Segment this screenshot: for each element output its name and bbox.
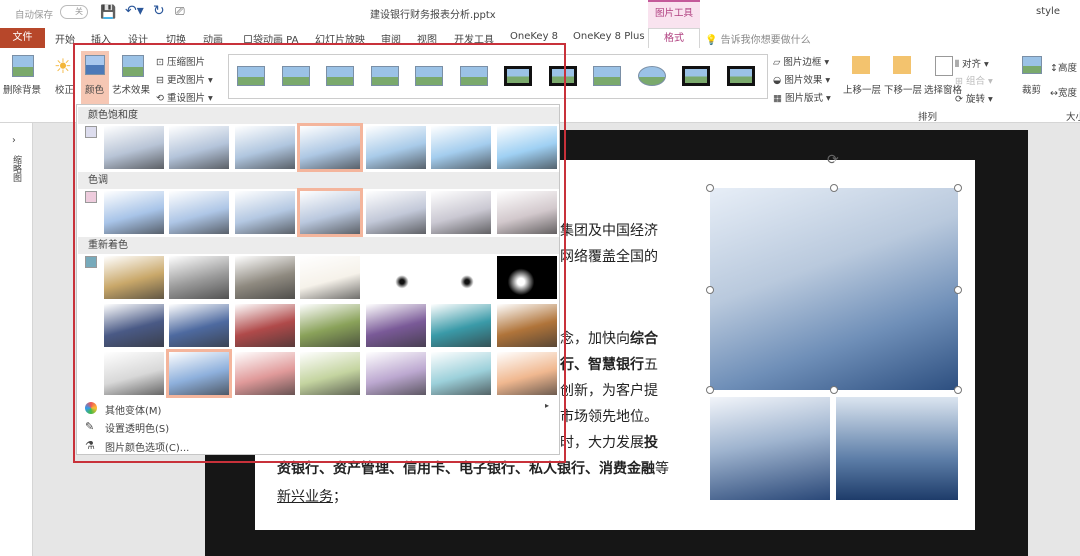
text-run: 投	[644, 435, 658, 451]
picture-tools-label: 图片工具	[648, 0, 700, 28]
autosave-label: 自动保存	[15, 10, 54, 21]
layout-label: 图片版式	[785, 93, 824, 104]
width-field[interactable]: ↔宽度	[1050, 85, 1077, 99]
window-title: 建设银行财务报表分析.pptx	[370, 10, 496, 21]
tab-onekey8plus[interactable]: OneKey 8 Plus	[573, 31, 645, 42]
present-icon[interactable]: ⎚	[175, 4, 185, 19]
align-button[interactable]: ⫴ 对齐 ▾	[955, 56, 989, 70]
expand-pane-chevron-icon[interactable]: ›	[12, 135, 16, 146]
thumbnail-pane: › 缩略图	[0, 123, 33, 556]
undo-icon[interactable]: ↶▾	[125, 3, 144, 19]
autosave-toggle[interactable]: 关	[60, 5, 88, 19]
picture-style-10[interactable]	[637, 66, 666, 86]
group-label: 组合	[965, 76, 985, 87]
text-run: 综合	[630, 331, 658, 347]
rotate-handle-icon[interactable]: ⟳	[827, 152, 839, 168]
group-button[interactable]: ⊞ 组合 ▾	[955, 73, 993, 87]
effects-label: 图片效果	[784, 75, 823, 86]
crop-button[interactable]: 裁剪	[1022, 82, 1041, 96]
resize-handle[interactable]	[954, 386, 962, 394]
resize-handle[interactable]	[706, 286, 714, 294]
selected-picture[interactable]	[710, 188, 958, 390]
height-label: 高度	[1057, 63, 1077, 74]
text-run: 资银行、资产管理、信用卡、电子银行、私人银行、消费金融	[277, 461, 655, 477]
resize-handle[interactable]	[706, 184, 714, 192]
send-backward-button[interactable]: 下移一层	[884, 82, 922, 96]
picture-layout-button[interactable]: ▦ 图片版式 ▾	[773, 90, 831, 104]
resize-handle[interactable]	[954, 286, 962, 294]
picture-effects-button[interactable]: ◒ 图片效果 ▾	[773, 72, 830, 86]
highlight-box	[73, 43, 566, 463]
text-run: ；	[333, 489, 347, 505]
text-run: 新兴业务	[277, 489, 333, 505]
slide-text-line: 新兴业务；	[277, 486, 347, 506]
send-backward-icon	[893, 56, 911, 74]
user-name[interactable]: style	[1036, 6, 1060, 17]
resize-handle[interactable]	[706, 386, 714, 394]
arrange-group-label: 排列	[918, 112, 938, 123]
tell-me-search[interactable]: 💡 告诉我你想要做什么	[705, 31, 811, 46]
picture-style-11[interactable]	[682, 66, 710, 86]
height-field[interactable]: ↕高度	[1050, 60, 1077, 74]
tell-me-text: 告诉我你想要做什么	[720, 35, 811, 46]
tab-onekey8[interactable]: OneKey 8	[510, 31, 558, 42]
title-bar: 自动保存 关 💾 ↶▾ ↻ ⎚ 建设银行财务报表分析.pptx 图片工具 sty…	[0, 0, 1080, 28]
tab-file[interactable]: 文件	[0, 28, 45, 48]
picture-border-button[interactable]: ▱ 图片边框 ▾	[773, 54, 829, 68]
text-run: 等	[655, 461, 669, 477]
remove-background-icon	[12, 55, 34, 77]
resize-handle[interactable]	[830, 386, 838, 394]
text-run: 五	[644, 357, 658, 373]
picture-counter[interactable]	[710, 397, 830, 500]
save-icon[interactable]: 💾	[100, 5, 116, 20]
tab-format[interactable]: 格式	[648, 28, 700, 49]
width-label: 宽度	[1057, 88, 1077, 99]
bring-forward-icon	[852, 56, 870, 74]
tab-home[interactable]: 开始	[55, 31, 75, 46]
thumbnail-pane-label[interactable]: 缩略图	[10, 155, 23, 182]
resize-handle[interactable]	[830, 184, 838, 192]
picture-style-12[interactable]	[726, 66, 755, 86]
picture-style-9[interactable]	[593, 66, 621, 86]
align-label: 对齐	[962, 59, 982, 70]
resize-handle[interactable]	[954, 184, 962, 192]
bring-forward-button[interactable]: 上移一层	[843, 82, 881, 96]
size-group-label: 大小	[1066, 112, 1080, 123]
rotate-button[interactable]: ⟳ 旋转 ▾	[955, 91, 993, 105]
corrections-button[interactable]: 校正	[55, 82, 74, 96]
selection-pane-icon	[935, 56, 953, 76]
border-label: 图片边框	[783, 57, 822, 68]
redo-icon[interactable]: ↻	[153, 3, 165, 19]
corrections-icon: ☀	[54, 54, 72, 78]
crop-icon	[1022, 56, 1042, 74]
remove-background-button[interactable]: 删除背景	[3, 82, 41, 96]
picture-lobby[interactable]	[836, 397, 958, 500]
rotate-label: 旋转	[965, 94, 985, 105]
